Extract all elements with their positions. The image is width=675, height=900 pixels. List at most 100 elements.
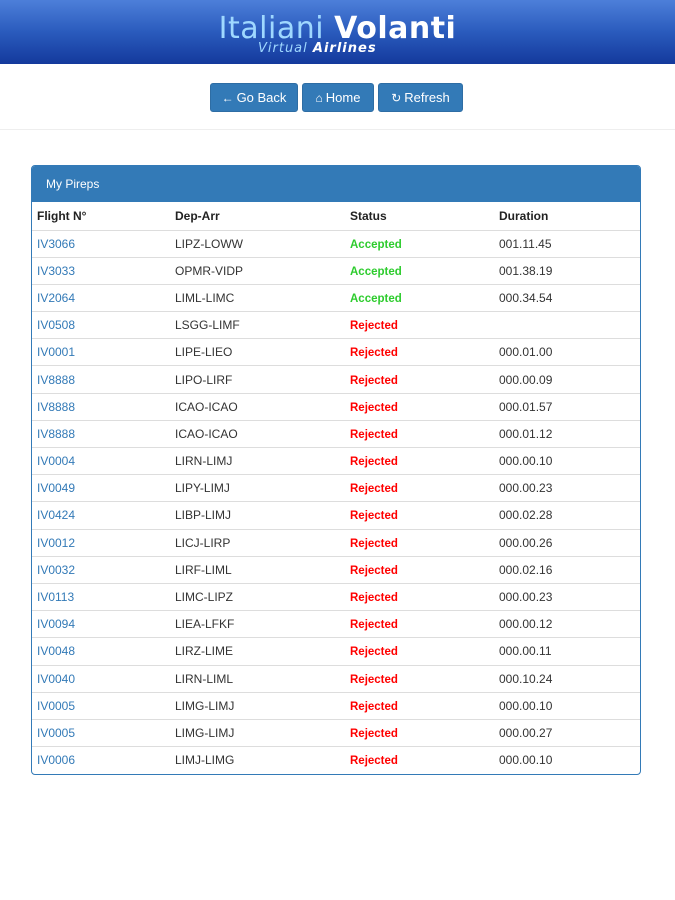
duration-text-cell: 000.00.11 xyxy=(494,637,640,665)
status-text: Rejected xyxy=(350,673,398,686)
flight-number-link[interactable]: IV8888 xyxy=(37,427,75,441)
table-header-row: Flight N° Dep-Arr Status Duration xyxy=(32,202,640,230)
flight-number-link[interactable]: IV3033 xyxy=(37,264,75,278)
route-text: LIRN-LIMJ xyxy=(175,454,233,469)
duration-text-cell: 000.00.10 xyxy=(494,446,640,475)
flight-number-link[interactable]: IV0094 xyxy=(37,617,75,631)
home-label: Home xyxy=(325,90,361,105)
status-text: Rejected xyxy=(350,320,398,333)
flight-number-link[interactable]: IV0001 xyxy=(37,345,75,359)
status-text-cell: Rejected xyxy=(345,419,494,448)
flight-number-link[interactable]: IV0049 xyxy=(37,481,75,495)
status-text: Rejected xyxy=(350,564,398,577)
flight-number-link[interactable]: IV0040 xyxy=(37,672,75,686)
status-text-cell: Rejected xyxy=(345,501,494,530)
table-row: IV0048 LIRZ-LIME Rejected 000.00.11 xyxy=(32,637,640,665)
route-text-cell: LIPO-LIRF xyxy=(170,365,345,394)
status-text-cell: Rejected xyxy=(345,664,494,693)
home-button[interactable]: ⌂ Home xyxy=(302,83,374,112)
flight-number-link[interactable]: IV0006 xyxy=(37,753,75,767)
route-text: LIPE-LIEO xyxy=(175,345,233,360)
table-row: IV0113 LIMC-LIPZ Rejected 000.00.23 xyxy=(32,582,640,611)
route-text-cell: LIPE-LIEO xyxy=(170,338,345,366)
go-back-label: Go Back xyxy=(236,90,287,105)
arrow-left-icon: ← xyxy=(221,91,234,105)
route-text: OPMR-VIDP xyxy=(175,263,244,278)
flight-number-link[interactable]: IV2064 xyxy=(37,291,75,305)
flight-number-link-cell: IV0040 xyxy=(32,664,170,693)
site-header: Italiani Volanti Virtual Airlines xyxy=(0,0,675,64)
flight-number-link-cell: IV0001 xyxy=(32,338,170,366)
flight-number-link[interactable]: IV0048 xyxy=(37,644,75,658)
route-text: LSGG-LIMF xyxy=(175,318,240,333)
flight-number-link[interactable]: IV0005 xyxy=(37,726,75,740)
table-row: IV0032 LIRF-LIML Rejected 000.02.16 xyxy=(32,555,640,584)
flight-number-link[interactable]: IV8888 xyxy=(37,373,75,387)
status-text: Rejected xyxy=(350,374,398,387)
flight-number-link[interactable]: IV0424 xyxy=(37,508,75,522)
flight-number-link-cell: IV0032 xyxy=(32,555,170,584)
go-back-button[interactable]: ← Go Back xyxy=(210,83,298,112)
flight-number-link-cell: IV8888 xyxy=(32,365,170,394)
status-text: Rejected xyxy=(350,592,398,605)
status-text: Rejected xyxy=(350,483,398,496)
table-row: IV0001 LIPE-LIEO Rejected 000.01.00 xyxy=(32,338,640,366)
flight-number-link-cell: IV3066 xyxy=(32,229,170,258)
status-text: Rejected xyxy=(350,700,398,713)
status-text-cell: Rejected xyxy=(345,746,494,774)
route-text: LIMC-LIPZ xyxy=(175,590,234,605)
route-text-cell: LIRN-LIMJ xyxy=(170,446,345,475)
route-text: LICJ-LIRP xyxy=(175,535,231,550)
duration-text-cell: 001.38.19 xyxy=(494,256,640,285)
route-text-cell: LIMJ-LIMG xyxy=(170,746,345,774)
route-text: LIMG-LIMJ xyxy=(175,725,235,740)
status-text-cell: Rejected xyxy=(345,528,494,557)
table-row: IV0094 LIEA-LFKF Rejected 000.00.12 xyxy=(32,610,640,638)
duration-text-cell: 000.10.24 xyxy=(494,664,640,693)
flight-number-link[interactable]: IV0004 xyxy=(37,454,75,468)
status-text-cell: Rejected xyxy=(345,311,494,339)
status-text-cell: Rejected xyxy=(345,365,494,394)
refresh-icon: ↻ xyxy=(391,91,402,105)
route-text-cell: LIPZ-LOWW xyxy=(170,229,345,258)
route-text-cell: LICJ-LIRP xyxy=(170,528,345,557)
duration-text-cell: 000.01.57 xyxy=(494,392,640,421)
duration-text: 000.02.28 xyxy=(499,508,553,523)
status-text-cell: Rejected xyxy=(345,338,494,366)
flight-number-link[interactable]: IV0113 xyxy=(37,590,74,604)
status-text: Rejected xyxy=(350,619,398,632)
route-text: LIPY-LIMJ xyxy=(175,481,230,496)
status-text-cell: Rejected xyxy=(345,610,494,638)
table-row: IV0005 LIMG-LIMJ Rejected 000.00.10 xyxy=(32,691,640,720)
flight-number-link[interactable]: IV0005 xyxy=(37,699,75,713)
flight-number-link[interactable]: IV3066 xyxy=(37,237,75,251)
flight-number-link[interactable]: IV8888 xyxy=(37,400,75,414)
status-text-cell: Accepted xyxy=(345,283,494,312)
status-text-cell: Rejected xyxy=(345,637,494,665)
duration-text-cell: 000.00.23 xyxy=(494,474,640,502)
flight-number-link-cell: IV8888 xyxy=(32,419,170,448)
status-text: Rejected xyxy=(350,646,398,659)
pireps-table: Flight N° Dep-Arr Status Duration IV3066… xyxy=(32,202,640,774)
status-text-cell: Rejected xyxy=(345,392,494,421)
flight-number-link[interactable]: IV0012 xyxy=(37,536,75,550)
route-text: LIRZ-LIME xyxy=(175,644,234,659)
route-text-cell: LIRN-LIML xyxy=(170,664,345,693)
table-row: IV8888 LIPO-LIRF Rejected 000.00.09 xyxy=(32,365,640,394)
flight-number-link-cell: IV2064 xyxy=(32,283,170,312)
route-text-cell: LIPY-LIMJ xyxy=(170,474,345,502)
duration-text: 000.00.26 xyxy=(499,535,553,550)
status-text-cell: Accepted xyxy=(345,229,494,258)
status-text: Rejected xyxy=(350,755,398,768)
status-text: Accepted xyxy=(350,238,402,251)
duration-text: 000.00.10 xyxy=(499,753,553,768)
duration-text-cell: 000.00.27 xyxy=(494,718,640,747)
route-text: ICAO-ICAO xyxy=(175,399,238,414)
route-text-cell: LIML-LIMC xyxy=(170,283,345,312)
route-text-cell: LIMC-LIPZ xyxy=(170,582,345,611)
refresh-button[interactable]: ↻ Refresh xyxy=(378,83,463,112)
flight-number-link[interactable]: IV0032 xyxy=(37,563,75,577)
duration-text-cell: 000.01.12 xyxy=(494,419,640,448)
flight-number-link[interactable]: IV0508 xyxy=(37,318,75,332)
duration-text: 000.00.10 xyxy=(499,454,553,469)
